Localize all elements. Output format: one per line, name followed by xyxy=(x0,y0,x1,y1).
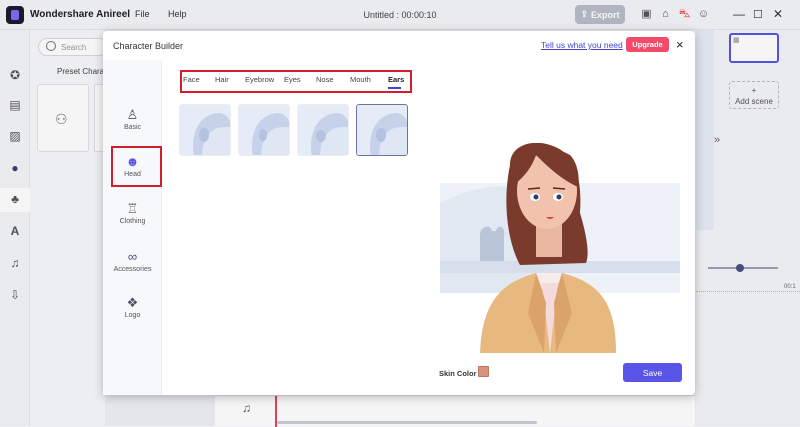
save-button[interactable]: Save xyxy=(623,363,682,382)
ear-option-selected[interactable] xyxy=(356,104,408,156)
ear-thumbnail xyxy=(239,105,289,155)
tab-eyes[interactable]: Eyes xyxy=(284,75,301,84)
side-item-label: Logo xyxy=(124,312,141,319)
tab-mouth[interactable]: Mouth xyxy=(350,75,371,84)
dialog-title: Character Builder xyxy=(113,41,184,51)
tab-hair[interactable]: Hair xyxy=(215,75,229,84)
close-icon[interactable]: × xyxy=(676,37,684,52)
tab-eyebrow[interactable]: Eyebrow xyxy=(245,75,274,84)
ear-thumbnail xyxy=(298,105,348,155)
tab-face[interactable]: Face xyxy=(183,75,200,84)
skin-color-label: Skin Color xyxy=(439,369,477,378)
side-item-label: Accessories xyxy=(113,266,152,273)
ear-thumbnail xyxy=(357,105,407,155)
ear-option[interactable] xyxy=(179,104,231,156)
side-item-basic[interactable]: ♙ Basic xyxy=(103,107,162,132)
ear-option[interactable] xyxy=(238,104,290,156)
side-item-clothing[interactable]: ♖ Clothing xyxy=(103,201,162,226)
side-item-label: Clothing xyxy=(119,218,146,225)
shirt-icon: ♖ xyxy=(126,201,139,216)
character-illustration xyxy=(440,142,680,353)
head-highlight-box xyxy=(111,146,162,187)
tab-nose[interactable]: Nose xyxy=(316,75,334,84)
upgrade-button[interactable]: Upgrade xyxy=(626,37,669,52)
person-icon: ♙ xyxy=(126,107,139,122)
side-item-label: Basic xyxy=(123,124,142,131)
feedback-link[interactable]: Tell us what you need xyxy=(541,40,623,50)
builder-side-nav: ♙ Basic ☻ Head ♖ Clothing ∞ Accessories … xyxy=(103,60,162,395)
logo-icon: ❖ xyxy=(126,295,139,310)
ear-thumbnail xyxy=(180,105,230,155)
active-tab-indicator xyxy=(388,87,401,89)
side-item-logo[interactable]: ❖ Logo xyxy=(103,295,162,320)
character-builder-dialog: Character Builder Tell us what you need … xyxy=(103,31,695,395)
character-preview xyxy=(440,142,680,353)
ear-option[interactable] xyxy=(297,104,349,156)
skin-color-swatch[interactable] xyxy=(478,366,489,377)
glasses-icon: ∞ xyxy=(127,249,138,264)
side-item-accessories[interactable]: ∞ Accessories xyxy=(103,249,162,274)
tab-ears[interactable]: Ears xyxy=(388,75,404,84)
